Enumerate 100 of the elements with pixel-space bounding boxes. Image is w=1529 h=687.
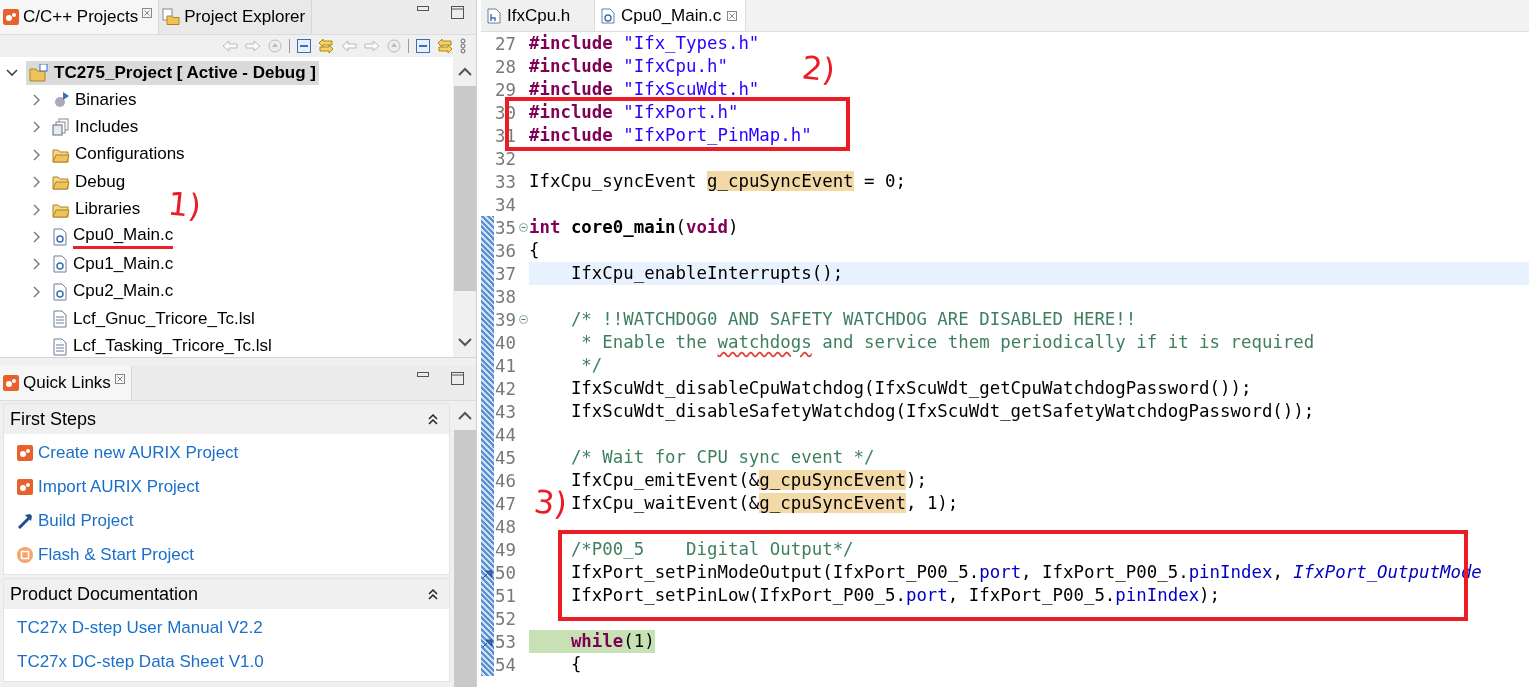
line-number: 44: [495, 424, 517, 445]
code-line: #include "Ifx_Types.h": [529, 32, 760, 55]
project-tree-item[interactable]: Lcf_Tasking_Tricore_Tc.lsl: [73, 336, 272, 357]
text-file-icon: [52, 310, 68, 329]
binaries-icon: [52, 91, 70, 110]
line-number: 49: [495, 539, 517, 560]
scroll-down-icon[interactable]: [457, 338, 472, 347]
view-tab[interactable]: Quick Links: [0, 366, 132, 400]
project-tree-item[interactable]: Binaries: [75, 89, 137, 111]
folder-icon: [52, 174, 70, 191]
c-file-icon: [52, 228, 68, 247]
expand-chevron-icon[interactable]: [32, 285, 40, 298]
view-tab[interactable]: Project Explorer: [159, 0, 313, 34]
line-number: 41: [495, 355, 517, 376]
expand-chevron-icon[interactable]: [32, 148, 40, 161]
scrollbar[interactable]: [453, 57, 476, 357]
c-file-icon: [52, 282, 68, 301]
link-arrows-icon[interactable]: [437, 38, 453, 54]
line-number: 28: [495, 56, 517, 77]
code-line: * Enable the watchdogs and service them periodically if it is required: [580, 331, 1315, 354]
code-line: IfxCpu_emitEvent(&g_cpuSyncEvent);: [569, 469, 927, 492]
project-tree-item[interactable]: Includes: [75, 116, 139, 138]
line-number: 52: [495, 608, 517, 629]
expand-chevron-icon[interactable]: [32, 258, 40, 271]
quick-link[interactable]: Create new AURIX Project: [38, 443, 239, 463]
more-icon[interactable]: [460, 38, 466, 54]
code-line: /* Wait for CPU sync event */: [569, 446, 875, 469]
fold-toggle-icon[interactable]: [519, 223, 528, 232]
code-line: IfxScuWdt_disableCpuWatchdog(IfxScuWdt_getCpuWatchdogPassword());: [569, 377, 1252, 400]
line-number: 33: [495, 171, 517, 192]
code-line: #include "IfxCpu.h": [529, 55, 728, 78]
code-line: int core0_main(void): [529, 216, 739, 239]
project-tree-item[interactable]: Debug: [75, 171, 126, 193]
line-number: 43: [495, 401, 517, 422]
quick-link[interactable]: TC27x D-step User Manual V2.2: [17, 618, 263, 638]
gears-icon: [3, 9, 19, 25]
project-tree-item[interactable]: Cpu1_Main.c: [73, 253, 174, 275]
close-icon[interactable]: [727, 10, 738, 21]
line-number: 48: [495, 516, 517, 537]
code-line: IfxCpu_syncEvent g_cpuSyncEvent = 0;: [529, 170, 906, 193]
line-number: 35: [495, 217, 517, 238]
maximize-icon[interactable]: [451, 372, 464, 385]
minimize-icon[interactable]: [417, 6, 429, 12]
code-line: {: [569, 653, 582, 676]
line-number: 32: [495, 148, 517, 169]
project-tree-item[interactable]: TC275_Project [ Active - Debug ]: [26, 60, 319, 85]
close-icon[interactable]: [114, 374, 125, 384]
handwritten-note: 3): [532, 482, 569, 524]
collapse-chevrons-icon[interactable]: [427, 588, 439, 600]
project-tree-item[interactable]: Lcf_Gnuc_Tricore_Tc.lsl: [73, 308, 255, 330]
line-number: 53: [495, 631, 517, 652]
line-number: 45: [495, 447, 517, 468]
folder-icon: [52, 146, 70, 163]
quick-link[interactable]: Flash & Start Project: [38, 545, 194, 565]
link-arrows-icon[interactable]: [318, 38, 334, 54]
quick-link[interactable]: Import AURIX Project: [38, 477, 200, 497]
line-number: 37: [495, 263, 517, 284]
c-file-icon: [601, 7, 615, 24]
project-tree-item[interactable]: Configurations: [75, 144, 185, 166]
line-number: 54: [495, 654, 517, 675]
section-header[interactable]: Product Documentation: [4, 579, 449, 609]
close-icon[interactable]: [142, 8, 153, 18]
gears-icon: [17, 479, 33, 495]
code-line: IfxScuWdt_disableSafetyWatchdog(IfxScuWdt_getSafetyWatchdogPassword());: [569, 400, 1315, 423]
editor-tab[interactable]: Cpu0_Main.c: [595, 0, 747, 31]
gears-icon: [3, 375, 19, 391]
project-tree-item[interactable]: Cpu0_Main.c: [73, 225, 174, 250]
line-number: 36: [495, 240, 517, 261]
folder-icon: [52, 201, 70, 218]
c-file-icon: [52, 255, 68, 274]
line-number: 34: [495, 194, 517, 215]
expand-chevron-icon[interactable]: [32, 94, 40, 107]
expand-chevron-icon[interactable]: [6, 68, 18, 77]
maximize-icon[interactable]: [451, 6, 464, 19]
quick-link[interactable]: TC27x DC-step Data Sheet V1.0: [17, 652, 264, 672]
expand-chevron-icon[interactable]: [32, 176, 40, 189]
minimize-icon[interactable]: [417, 372, 429, 378]
view-tab[interactable]: C/C++ Projects: [0, 0, 160, 34]
expand-chevron-icon[interactable]: [32, 203, 40, 216]
expand-chevron-icon[interactable]: [32, 121, 40, 134]
line-number: 46: [495, 470, 517, 491]
section-title: First Steps: [10, 408, 97, 430]
code-line: IfxPort_setPinLow(IfxPort_P00_5.port, IfxPort_P00_5.pinIndex);: [569, 584, 1221, 607]
line-number: 42: [495, 378, 517, 399]
project-tree-item[interactable]: Libraries: [75, 199, 141, 221]
collapse-all-icon[interactable]: [297, 39, 311, 53]
expand-chevron-icon[interactable]: [32, 231, 40, 244]
line-number: 39: [495, 309, 517, 330]
collapse-all-icon[interactable]: [416, 39, 430, 53]
collapse-chevrons-icon[interactable]: [427, 413, 439, 425]
folder-icon: [162, 8, 181, 26]
section-header[interactable]: First Steps: [4, 404, 449, 434]
quick-link[interactable]: Build Project: [38, 511, 134, 531]
code-line: */: [580, 354, 603, 377]
line-number: 38: [495, 286, 517, 307]
scroll-up-icon[interactable]: [457, 67, 472, 76]
scroll-up-icon[interactable]: [457, 411, 472, 420]
line-number: 29: [495, 79, 517, 100]
project-tree-item[interactable]: Cpu2_Main.c: [73, 281, 174, 303]
fold-toggle-icon[interactable]: [519, 315, 528, 324]
